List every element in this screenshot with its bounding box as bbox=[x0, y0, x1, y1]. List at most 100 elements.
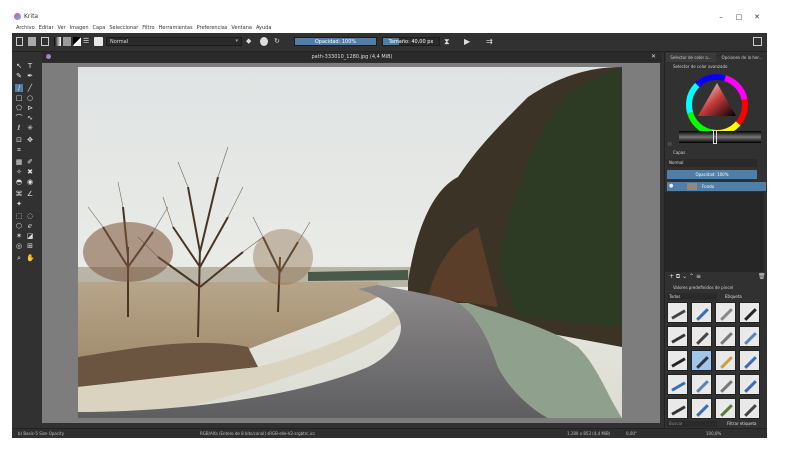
brush-preset-item[interactable] bbox=[715, 302, 736, 323]
close-tab-icon[interactable]: ✕ bbox=[651, 53, 656, 60]
color-wheel[interactable] bbox=[685, 73, 749, 137]
brush-preset-item[interactable] bbox=[739, 398, 760, 419]
save-document-icon[interactable] bbox=[41, 37, 49, 46]
brush-preset-item[interactable] bbox=[715, 350, 736, 371]
fill-contiguous-tool-icon[interactable]: ◉ bbox=[26, 178, 34, 186]
minimize-button[interactable]: – bbox=[714, 12, 728, 22]
value-strip-handle[interactable] bbox=[713, 130, 717, 144]
measure-tool-icon[interactable]: ∠ bbox=[26, 190, 34, 198]
menu-editar[interactable]: Editar bbox=[39, 24, 54, 33]
brush-preset-item[interactable] bbox=[739, 374, 760, 395]
opacity-slider[interactable]: Opacidad: 100% bbox=[294, 37, 377, 46]
brush-preset-item[interactable] bbox=[691, 398, 712, 419]
text-tool-icon[interactable]: T bbox=[26, 62, 34, 70]
menu-capa[interactable]: Capa bbox=[93, 24, 106, 33]
bezier-tool-icon[interactable]: ⌒ bbox=[15, 114, 23, 122]
ellipse-select-tool-icon[interactable]: ◌ bbox=[26, 212, 34, 220]
tab-tool-options[interactable]: Opciones de la her... bbox=[717, 53, 767, 62]
fill-tool-icon[interactable]: ◓ bbox=[15, 178, 23, 186]
value-strip[interactable] bbox=[679, 131, 761, 143]
pan-tool-icon[interactable]: ✋ bbox=[26, 254, 35, 262]
document-tab[interactable]: path-333010_1280.jpg (4,4 MiB) ✕ bbox=[42, 52, 662, 62]
brush-preset-item[interactable] bbox=[691, 374, 712, 395]
fg-bg-color-icon[interactable] bbox=[73, 37, 81, 46]
maximize-button[interactable]: □ bbox=[732, 12, 746, 22]
polygon-select-tool-icon[interactable]: ⬡ bbox=[15, 222, 23, 230]
mirror-vertical-icon[interactable]: ▶ bbox=[464, 37, 473, 46]
brush-preset-item[interactable] bbox=[667, 374, 688, 395]
brush-preset-item-selected[interactable] bbox=[691, 350, 712, 371]
delete-layer-icon[interactable]: 🗑 bbox=[758, 273, 766, 280]
preserve-alpha-icon[interactable] bbox=[260, 37, 268, 46]
brush-preset-item[interactable] bbox=[715, 326, 736, 347]
color-picker-tool-icon[interactable]: ✐ bbox=[26, 158, 34, 166]
brush-preset-item[interactable] bbox=[691, 326, 712, 347]
rect-select-tool-icon[interactable]: ⬚ bbox=[15, 212, 23, 220]
brush-preset-item[interactable] bbox=[691, 302, 712, 323]
layer-blend-select[interactable]: Normal bbox=[667, 159, 757, 167]
brush-settings-icon[interactable]: ☰ bbox=[83, 37, 91, 46]
zoom-status[interactable]: 100,0% bbox=[706, 431, 721, 436]
menu-imagen[interactable]: Imagen bbox=[70, 24, 89, 33]
size-slider[interactable]: Tamaño: 40,00 px bbox=[382, 37, 440, 46]
preset-search-input[interactable]: Buscar bbox=[667, 421, 717, 427]
layer-actions-icons[interactable]: + ⧉ ⌄ ⌃ ≡ bbox=[669, 273, 701, 281]
close-window-button[interactable]: ✕ bbox=[750, 12, 764, 22]
menu-seleccionar[interactable]: Seleccionar bbox=[109, 24, 138, 33]
menu-archivo[interactable]: Archivo bbox=[16, 24, 35, 33]
brush-preset-item[interactable] bbox=[739, 326, 760, 347]
polygon-tool-icon[interactable]: ⬠ bbox=[15, 104, 23, 112]
preset-filter-select[interactable]: Todos bbox=[667, 293, 717, 300]
colorize-mask-tool-icon[interactable]: ✧ bbox=[15, 168, 23, 176]
reference-images-tool-icon[interactable]: ✦ bbox=[15, 200, 23, 208]
select-shapes-tool-icon[interactable]: ↖ bbox=[15, 62, 23, 70]
gradient-tool-icon[interactable]: ▦ bbox=[15, 158, 23, 166]
calligraphy-tool-icon[interactable]: ✒ bbox=[26, 72, 34, 80]
polyline-tool-icon[interactable]: ⊳ bbox=[26, 104, 34, 112]
layer-row[interactable]: ● Fondo bbox=[667, 182, 766, 191]
bezier-select-tool-icon[interactable]: ◎ bbox=[15, 242, 23, 250]
brush-preset-item[interactable] bbox=[739, 350, 760, 371]
brush-preset-icon[interactable] bbox=[94, 37, 103, 46]
menu-herramientas[interactable]: Herramientas bbox=[159, 24, 193, 33]
similar-select-tool-icon[interactable]: ◪ bbox=[26, 232, 34, 240]
transform-tool-icon[interactable]: ⊡ bbox=[15, 136, 23, 144]
brush-preset-item[interactable] bbox=[667, 326, 688, 347]
gradient-swatch-icon[interactable] bbox=[54, 37, 61, 46]
rectangle-tool-icon[interactable]: □ bbox=[15, 94, 23, 102]
ellipse-tool-icon[interactable]: ○ bbox=[26, 94, 34, 102]
edit-shapes-tool-icon[interactable]: ✎ bbox=[15, 72, 23, 80]
canvas-area[interactable] bbox=[42, 63, 660, 423]
menu-ventana[interactable]: Ventana bbox=[231, 24, 252, 33]
menu-ver[interactable]: Ver bbox=[58, 24, 66, 33]
filter-tag-checkbox[interactable]: Filtrar etiqueta bbox=[727, 421, 757, 426]
brush-preset-item[interactable] bbox=[739, 302, 760, 323]
menu-preferencias[interactable]: Preferencias bbox=[197, 24, 228, 33]
magnetic-select-tool-icon[interactable]: ⊞ bbox=[26, 242, 34, 250]
freehand-select-tool-icon[interactable]: ℯ bbox=[26, 222, 34, 230]
brush-preset-item[interactable] bbox=[667, 350, 688, 371]
wrap-around-icon[interactable]: ⇉ bbox=[486, 37, 495, 46]
smart-patch-tool-icon[interactable]: ✖ bbox=[26, 168, 34, 176]
menu-filtro[interactable]: Filtro bbox=[142, 24, 154, 33]
tab-color-selector[interactable]: Selector de color a... bbox=[666, 53, 716, 62]
layer-visibility-icon[interactable]: ● bbox=[669, 183, 673, 189]
brush-preset-item[interactable] bbox=[715, 374, 736, 395]
freehand-brush-tool-icon[interactable]: / bbox=[15, 84, 23, 92]
open-document-icon[interactable] bbox=[28, 37, 36, 46]
rotation-status[interactable]: 0,00° bbox=[626, 431, 637, 436]
brush-preset-item[interactable] bbox=[667, 302, 688, 323]
move-tool-icon[interactable]: ✥ bbox=[26, 136, 34, 144]
brush-preset-item[interactable] bbox=[667, 398, 688, 419]
eraser-icon[interactable]: ◆ bbox=[246, 37, 254, 46]
mirror-horizontal-icon[interactable]: ⧗ bbox=[444, 37, 453, 46]
freehand-path-tool-icon[interactable]: ∿ bbox=[26, 114, 34, 122]
assistant-tool-icon[interactable]: ⌘ bbox=[15, 190, 23, 198]
reload-preset-icon[interactable]: ↻ bbox=[274, 37, 282, 46]
crop-tool-icon[interactable]: ⌗ bbox=[15, 146, 23, 154]
pattern-swatch-icon[interactable] bbox=[63, 37, 71, 46]
blend-mode-select[interactable]: Normal ▾ bbox=[106, 37, 242, 46]
menu-ayuda[interactable]: Ayuda bbox=[256, 24, 271, 33]
zoom-tool-icon[interactable]: ⌕ bbox=[15, 254, 23, 262]
line-tool-icon[interactable]: ╱ bbox=[26, 84, 34, 92]
